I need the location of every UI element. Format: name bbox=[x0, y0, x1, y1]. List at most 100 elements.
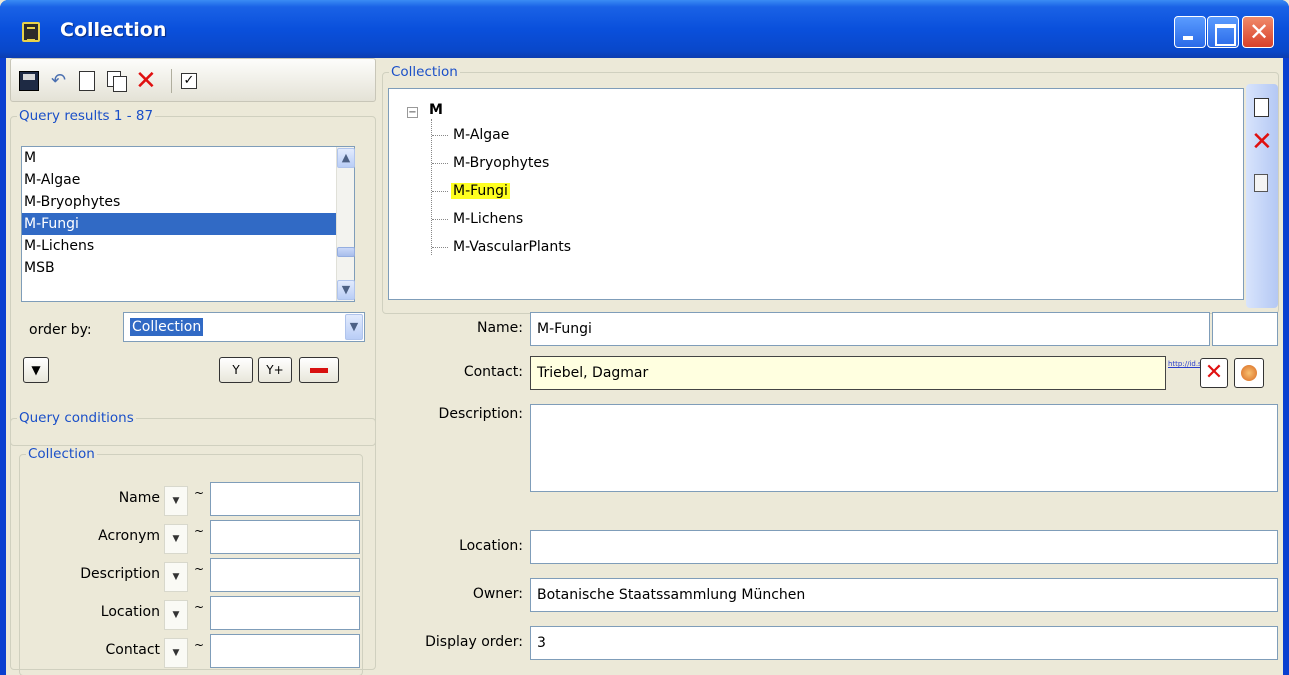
tilde-label: ~ bbox=[194, 600, 205, 614]
maximize-button[interactable] bbox=[1207, 16, 1239, 48]
name-extra-field[interactable] bbox=[1212, 312, 1278, 346]
left-panel: ↶ ✕ ✓ Query results 1 - 87 M M-Algae M-B… bbox=[10, 58, 376, 675]
condition-row-contact: Contact ▼ ~ bbox=[20, 634, 360, 668]
condition-label: Name bbox=[118, 490, 160, 506]
acronym-condition-input[interactable] bbox=[210, 520, 360, 554]
collection-conditions-legend: Collection bbox=[28, 446, 95, 462]
check-icon[interactable]: ✓ bbox=[181, 73, 197, 89]
undo-icon[interactable]: ↶ bbox=[51, 71, 71, 91]
condition-label: Location bbox=[100, 604, 160, 620]
collapse-icon[interactable]: − bbox=[407, 107, 418, 118]
tree-side-toolbar: ✕ bbox=[1246, 84, 1278, 308]
copy-icon[interactable] bbox=[107, 71, 127, 92]
document-icon[interactable] bbox=[1254, 174, 1268, 192]
contact-field[interactable]: Triebel, Dagmar bbox=[530, 356, 1166, 390]
tree-node-label: M-Algae bbox=[453, 127, 510, 143]
query-results-legend: Query results 1 - 87 bbox=[19, 108, 154, 124]
location-field[interactable] bbox=[530, 530, 1278, 564]
remove-icon[interactable] bbox=[299, 357, 339, 383]
name-label: Name: bbox=[476, 320, 523, 336]
collection-tree-legend: Collection bbox=[391, 64, 458, 80]
query-conditions-group: Query conditions Collection Name ▼ ~ Acr… bbox=[10, 410, 376, 675]
condition-label: Description bbox=[80, 566, 160, 582]
close-icon: ✕ bbox=[1248, 18, 1270, 46]
app-icon bbox=[22, 22, 40, 42]
toolbar: ↶ ✕ ✓ bbox=[10, 58, 376, 102]
operator-dropdown[interactable]: ▼ bbox=[164, 562, 188, 592]
filter-add-icon[interactable]: Y+ bbox=[258, 357, 292, 383]
client-area: ↶ ✕ ✓ Query results 1 - 87 M M-Algae M-B… bbox=[6, 58, 1283, 675]
contact-condition-input[interactable] bbox=[210, 634, 360, 668]
list-item-selected[interactable]: M-Fungi bbox=[22, 213, 354, 235]
tree-node[interactable]: M-Algae bbox=[431, 123, 511, 147]
condition-row-location: Location ▼ ~ bbox=[20, 596, 360, 630]
delete-icon[interactable]: ✕ bbox=[135, 68, 157, 94]
vertical-scrollbar[interactable]: ▲ ▼ bbox=[336, 147, 355, 301]
collection-conditions-group: Collection Name ▼ ~ Acronym ▼ ~ Descript… bbox=[19, 446, 363, 675]
title-bar[interactable]: Collection ✕ bbox=[0, 0, 1289, 58]
pick-contact-button[interactable] bbox=[1234, 358, 1264, 388]
list-item[interactable]: M-Algae bbox=[22, 169, 354, 191]
order-by-value: Collection bbox=[130, 318, 204, 336]
display-order-field[interactable]: 3 bbox=[530, 626, 1278, 660]
location-condition-input[interactable] bbox=[210, 596, 360, 630]
right-panel: Collection − M M-Algae M-Bryophytes M-Fu… bbox=[382, 58, 1283, 670]
list-item[interactable]: MSB bbox=[22, 257, 354, 279]
operator-dropdown[interactable]: ▼ bbox=[164, 638, 188, 668]
owner-field[interactable]: Botanische Staatssammlung München bbox=[530, 578, 1278, 612]
tree-node[interactable]: M-VascularPlants bbox=[431, 235, 573, 259]
condition-row-description: Description ▼ ~ bbox=[20, 558, 360, 592]
close-button[interactable]: ✕ bbox=[1242, 16, 1274, 48]
condition-label: Contact bbox=[105, 642, 160, 658]
query-results-list[interactable]: M M-Algae M-Bryophytes M-Fungi M-Lichens… bbox=[21, 146, 355, 302]
description-field[interactable] bbox=[530, 404, 1278, 492]
scroll-up-icon[interactable]: ▲ bbox=[337, 148, 355, 168]
description-condition-input[interactable] bbox=[210, 558, 360, 592]
condition-label: Acronym bbox=[98, 528, 160, 544]
link-icon[interactable]: http://id.s bbox=[1168, 360, 1202, 386]
list-item[interactable]: M-Lichens bbox=[22, 235, 354, 257]
tree-node-label: M-Bryophytes bbox=[453, 155, 550, 171]
name-field[interactable]: M-Fungi bbox=[530, 312, 1210, 346]
list-item[interactable]: M bbox=[22, 147, 354, 169]
tilde-label: ~ bbox=[194, 638, 205, 652]
condition-row-name: Name ▼ ~ bbox=[20, 482, 360, 516]
tree-node-label: M-Fungi bbox=[451, 183, 510, 199]
save-icon[interactable] bbox=[19, 71, 39, 91]
name-condition-input[interactable] bbox=[210, 482, 360, 516]
operator-dropdown[interactable]: ▼ bbox=[164, 524, 188, 554]
new-document-icon[interactable] bbox=[79, 71, 95, 91]
condition-row-acronym: Acronym ▼ ~ bbox=[20, 520, 360, 554]
tilde-label: ~ bbox=[194, 562, 205, 576]
query-results-group: Query results 1 - 87 M M-Algae M-Bryophy… bbox=[10, 108, 376, 446]
tree-node-label: M-VascularPlants bbox=[453, 239, 572, 255]
tree-root-node[interactable]: M bbox=[429, 102, 443, 118]
minimize-button[interactable] bbox=[1174, 16, 1206, 48]
query-conditions-legend: Query conditions bbox=[19, 410, 134, 426]
tree-node[interactable]: M-Bryophytes bbox=[431, 151, 551, 175]
order-by-label: order by: bbox=[29, 322, 92, 338]
location-label: Location: bbox=[459, 538, 523, 554]
filter-icon[interactable]: Y bbox=[219, 357, 253, 383]
contact-label: Contact: bbox=[463, 364, 523, 380]
list-item[interactable]: M-Bryophytes bbox=[22, 191, 354, 213]
collection-tree[interactable]: − M M-Algae M-Bryophytes M-Fungi M-Liche… bbox=[388, 88, 1244, 300]
new-document-icon[interactable] bbox=[1254, 98, 1269, 117]
clear-contact-button[interactable]: ✕ bbox=[1200, 358, 1228, 388]
operator-dropdown[interactable]: ▼ bbox=[164, 600, 188, 630]
tree-node[interactable]: M-Lichens bbox=[431, 207, 525, 231]
expand-query-button[interactable]: ▼ bbox=[23, 357, 49, 383]
description-label: Description: bbox=[438, 406, 523, 422]
tree-node-selected[interactable]: M-Fungi bbox=[431, 179, 510, 203]
delete-icon[interactable]: ✕ bbox=[1251, 129, 1273, 155]
operator-dropdown[interactable]: ▼ bbox=[164, 486, 188, 516]
window-title: Collection bbox=[60, 19, 167, 41]
chevron-down-icon[interactable]: ▼ bbox=[345, 314, 363, 340]
tilde-label: ~ bbox=[194, 524, 205, 538]
tilde-label: ~ bbox=[194, 486, 205, 500]
order-by-select[interactable]: Collection ▼ bbox=[123, 312, 365, 342]
scroll-thumb[interactable] bbox=[337, 247, 355, 257]
owner-label: Owner: bbox=[472, 586, 523, 602]
display-order-label: Display order: bbox=[425, 634, 523, 650]
scroll-down-icon[interactable]: ▼ bbox=[337, 280, 355, 300]
